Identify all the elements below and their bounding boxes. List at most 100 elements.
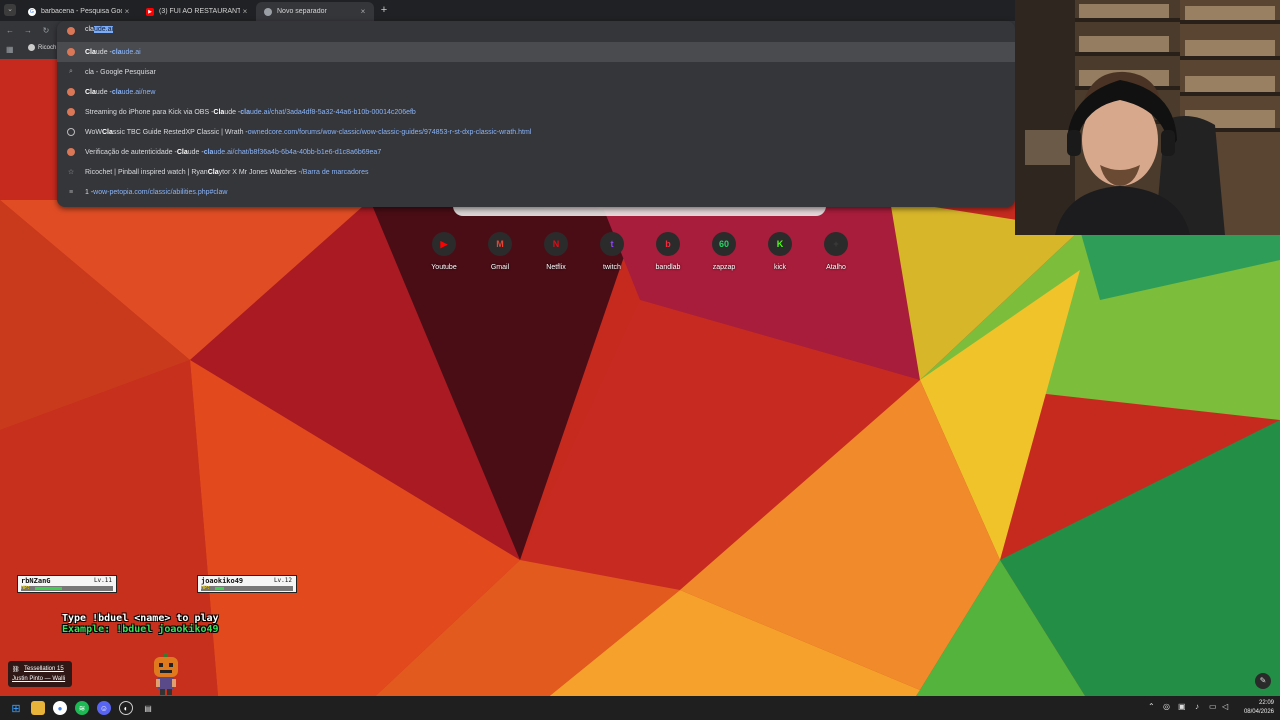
player-name: rbNZanG (21, 577, 51, 585)
zapzap-icon: 60 (712, 232, 736, 256)
track-artist[interactable]: Justin Pinto — Walli (12, 676, 65, 682)
app-icon[interactable]: ▤ (141, 701, 155, 715)
shortcut-kick[interactable]: Kkick (756, 232, 804, 271)
bookmark-item[interactable]: Ricoch (28, 44, 56, 51)
youtube-icon: ▶ (146, 7, 154, 16)
tab-search-button[interactable]: ⌄ (4, 4, 16, 16)
omnibox[interactable]: claude.ai (57, 21, 1015, 42)
omnibox-suggestion[interactable]: ☆ Ricochet | Pinball inspired watch | Rya… (57, 162, 1015, 182)
close-tab-icon[interactable]: × (122, 7, 132, 16)
shortcut-netflix[interactable]: N Netflix (532, 232, 580, 271)
network-icon[interactable]: ▭ (1209, 702, 1217, 711)
forward-icon[interactable]: → (22, 25, 34, 37)
suggestion-url-bold: cla (111, 88, 122, 96)
suggestion-bold: Cla (213, 108, 225, 116)
suggestion-pre: 1 - (85, 188, 94, 196)
suggestion-pre: Ricochet | Pinball inspired watch | Ryan (85, 168, 208, 176)
windows-start-icon[interactable]: ⊞ (9, 701, 23, 715)
shortcut-label: twitch (603, 264, 621, 271)
suggestion-bold: Cla (85, 48, 96, 56)
omnibox-suggestion[interactable]: ≡ 1 - wow-petopia.com/classic/abilities.p… (57, 182, 1015, 202)
hp-fill (215, 587, 224, 590)
suggestion-text: ytor X Mr Jones Watches - (218, 168, 301, 176)
omnibox-suggestion[interactable]: Verificação de autenticidade - Cla ude - … (57, 142, 1015, 162)
suggestion-bold: Cla (85, 88, 96, 96)
omnibox-suggestion[interactable]: WoW Cla ssic TBC Guide RestedXP Classic |… (57, 122, 1015, 142)
shortcut-youtube[interactable]: ▶ Youtube (420, 232, 468, 271)
tab-youtube-video[interactable]: ▶ (3) FUI AO RESTAURANTE DO C × (138, 2, 256, 21)
kick-icon: K (768, 232, 792, 256)
taskbar-clock[interactable]: 22:09 08/04/2026 (1236, 699, 1274, 717)
obs-icon[interactable]: ◐ (119, 701, 133, 715)
chrome-icon (264, 7, 272, 16)
microphone-icon[interactable]: ♪ (1195, 702, 1199, 711)
reload-icon[interactable]: ↻ (40, 25, 52, 37)
spotify-icon[interactable]: ≋ (75, 701, 89, 715)
track-title[interactable]: Tessellation 15 (24, 666, 64, 672)
player-card-1: rbNZanG Lv.11 HP: (17, 575, 117, 593)
shortcut-label: kick (773, 264, 787, 271)
taskbar: ⊞ ● ≋ ☺ ◐ ▤ ⌃ ◎ ▣ ♪ ▭ ◁ 22:09 08/04/2026 (0, 696, 1280, 720)
suggestion-url-bold: cla (111, 48, 122, 56)
shortcut-gmail[interactable]: M Gmail (476, 232, 524, 271)
shortcut-label: Netflix (546, 264, 566, 271)
suggestion-pre: Streaming do iPhone para Kick via OBS - (85, 108, 214, 116)
suggestion-url: ude.ai (121, 48, 141, 56)
shortcut-label: zapzap (712, 264, 736, 271)
player-card-2: joaokiko49 Lv.12 HP: (197, 575, 297, 593)
atalho-icon: + (824, 232, 848, 256)
file-explorer-icon[interactable] (31, 701, 45, 715)
close-tab-icon[interactable]: × (358, 7, 368, 16)
bookmark-label: Ricoch (38, 44, 57, 51)
suggestion-url-bold: cla (203, 148, 214, 156)
hp-fill (35, 587, 62, 590)
instruction-line: Type !bduel <name> to play (62, 613, 219, 624)
netflix-icon: N (544, 232, 568, 256)
history-icon: ≡ (68, 188, 74, 196)
suggestion-text: ssic TBC Guide RestedXP Classic | Wrath … (112, 128, 248, 136)
suggestion-url: wow-petopia.com/classic/abilities.php#cl… (93, 188, 228, 196)
back-icon[interactable]: ← (4, 25, 16, 37)
chrome-icon[interactable]: ● (53, 701, 67, 715)
shortcut-label: Youtube (431, 264, 457, 271)
tab-novo-separador[interactable]: Novo separador × (256, 2, 374, 21)
hp-label: HP: (201, 585, 211, 591)
customize-pencil-icon[interactable]: ✎ (1255, 673, 1271, 689)
shortcut-bandlab[interactable]: b bandlab (644, 232, 692, 271)
discord-icon[interactable]: ☺ (97, 701, 111, 715)
claude-icon (67, 108, 75, 116)
omnibox-suggestion[interactable]: ⌕ cla - Google Pesquisar (57, 62, 1015, 82)
shortcut-zapzap[interactable]: 60 zapzap (700, 232, 748, 271)
volume-icon[interactable]: ◁ (1222, 702, 1228, 711)
gmail-icon: M (488, 232, 512, 256)
omnibox-suggestion[interactable]: Cla ude - cla ude.ai/new (57, 82, 1015, 102)
tab-barbacena[interactable]: G barbacena - Pesquisa Google × (20, 2, 138, 21)
suggestion-url-bold: cla (240, 108, 251, 116)
link-icon: ⛓ (12, 667, 20, 673)
tray-app-icon[interactable]: ▣ (1178, 702, 1186, 711)
suggestion-text: ude - (95, 88, 112, 96)
now-playing-widget[interactable]: ⛓ Tessellation 15 Justin Pinto — Walli (8, 661, 72, 687)
suggestion-url: ude.ai/chat/b8f36a4b-6b4a-40bb-b1e6-d1c8… (213, 148, 382, 156)
suggestion-pre: cla - Google Pesquisar (85, 68, 156, 76)
tab-title: Novo separador (277, 8, 327, 15)
omnibox-suggestion[interactable]: Streaming do iPhone para Kick via OBS - … (57, 102, 1015, 122)
claude-icon (67, 27, 75, 35)
close-tab-icon[interactable]: × (240, 7, 250, 16)
example-line: Example: !bduel joaokiko49 (62, 624, 219, 635)
suggestion-bold: Cla (207, 168, 219, 176)
hp-label: HP: (21, 585, 31, 591)
twitch-icon: t (600, 232, 624, 256)
shortcut-label: Atalho (826, 264, 846, 271)
player-name: joaokiko49 (201, 577, 244, 585)
new-tab-button[interactable]: + (378, 4, 390, 16)
omnibox-input[interactable]: claude.ai (85, 26, 114, 33)
shortcut-twitch[interactable]: t twitch (588, 232, 636, 271)
tray-chevron-icon[interactable]: ⌃ (1148, 702, 1155, 711)
shortcut-atalho[interactable]: + Atalho (812, 232, 860, 271)
omnibox-suggestion[interactable]: Cla ude - cla ude.ai (57, 42, 1015, 62)
suggestion-pre: WoW (85, 128, 102, 136)
apps-icon[interactable]: ▦ (6, 45, 14, 54)
tray-app-icon[interactable]: ◎ (1163, 702, 1170, 711)
inline-autocomplete: ude.ai (93, 26, 114, 33)
